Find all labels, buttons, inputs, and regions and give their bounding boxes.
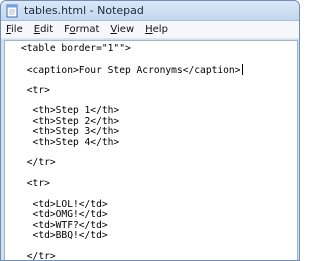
menu-view-label: iew	[117, 24, 135, 35]
menu-help-mnemonic: H	[145, 24, 153, 35]
menu-help-label: elp	[152, 24, 168, 35]
code-line-8: <th>Step 2</th>	[21, 115, 120, 127]
title-bar[interactable]: tables.html - Notepad	[1, 1, 299, 21]
menu-format-label: rmat	[75, 24, 100, 35]
code-line-7: <th>Step 1</th>	[21, 105, 120, 117]
code-line-3-text: <caption>Four Step Acronyms</caption>	[21, 64, 241, 76]
menu-help[interactable]: Help	[145, 24, 168, 35]
window-title: tables.html - Notepad	[24, 4, 144, 17]
text-editor-area[interactable]: <table border="1""> <caption>Four Step A…	[4, 40, 298, 261]
code-line-19: <td>BBQ!</td>	[21, 230, 108, 242]
menu-edit[interactable]: Edit	[34, 24, 53, 35]
code-line-9: <th>Step 3</th>	[21, 126, 120, 138]
code-line-21: </tr>	[21, 251, 56, 261]
menu-file[interactable]: File	[6, 24, 23, 35]
notepad-window: tables.html - Notepad File Edit Format V…	[0, 0, 300, 261]
code-line-16: <td>LOL!</td>	[21, 199, 108, 210]
menu-bar: File Edit Format View Help	[1, 21, 299, 39]
notepad-icon[interactable]	[5, 4, 19, 18]
menu-view[interactable]: View	[110, 24, 134, 35]
code-line-14: <tr>	[21, 178, 50, 190]
code-line-10: <th>Step 4</th>	[21, 136, 120, 148]
code-line-12: </tr>	[21, 157, 56, 169]
menu-file-label: ile	[11, 24, 23, 35]
code-line-3: <caption>Four Step Acronyms</caption>	[21, 63, 243, 76]
code-line-1: <table border="1"">	[21, 43, 131, 54]
menu-edit-label: dit	[40, 24, 54, 35]
text-caret	[241, 63, 243, 75]
menu-format[interactable]: Format	[64, 24, 99, 35]
code-line-18: <td>WTF?</td>	[21, 219, 108, 231]
code-line-5: <tr>	[21, 84, 50, 96]
code-line-17: <td>OMG!</td>	[21, 209, 108, 221]
